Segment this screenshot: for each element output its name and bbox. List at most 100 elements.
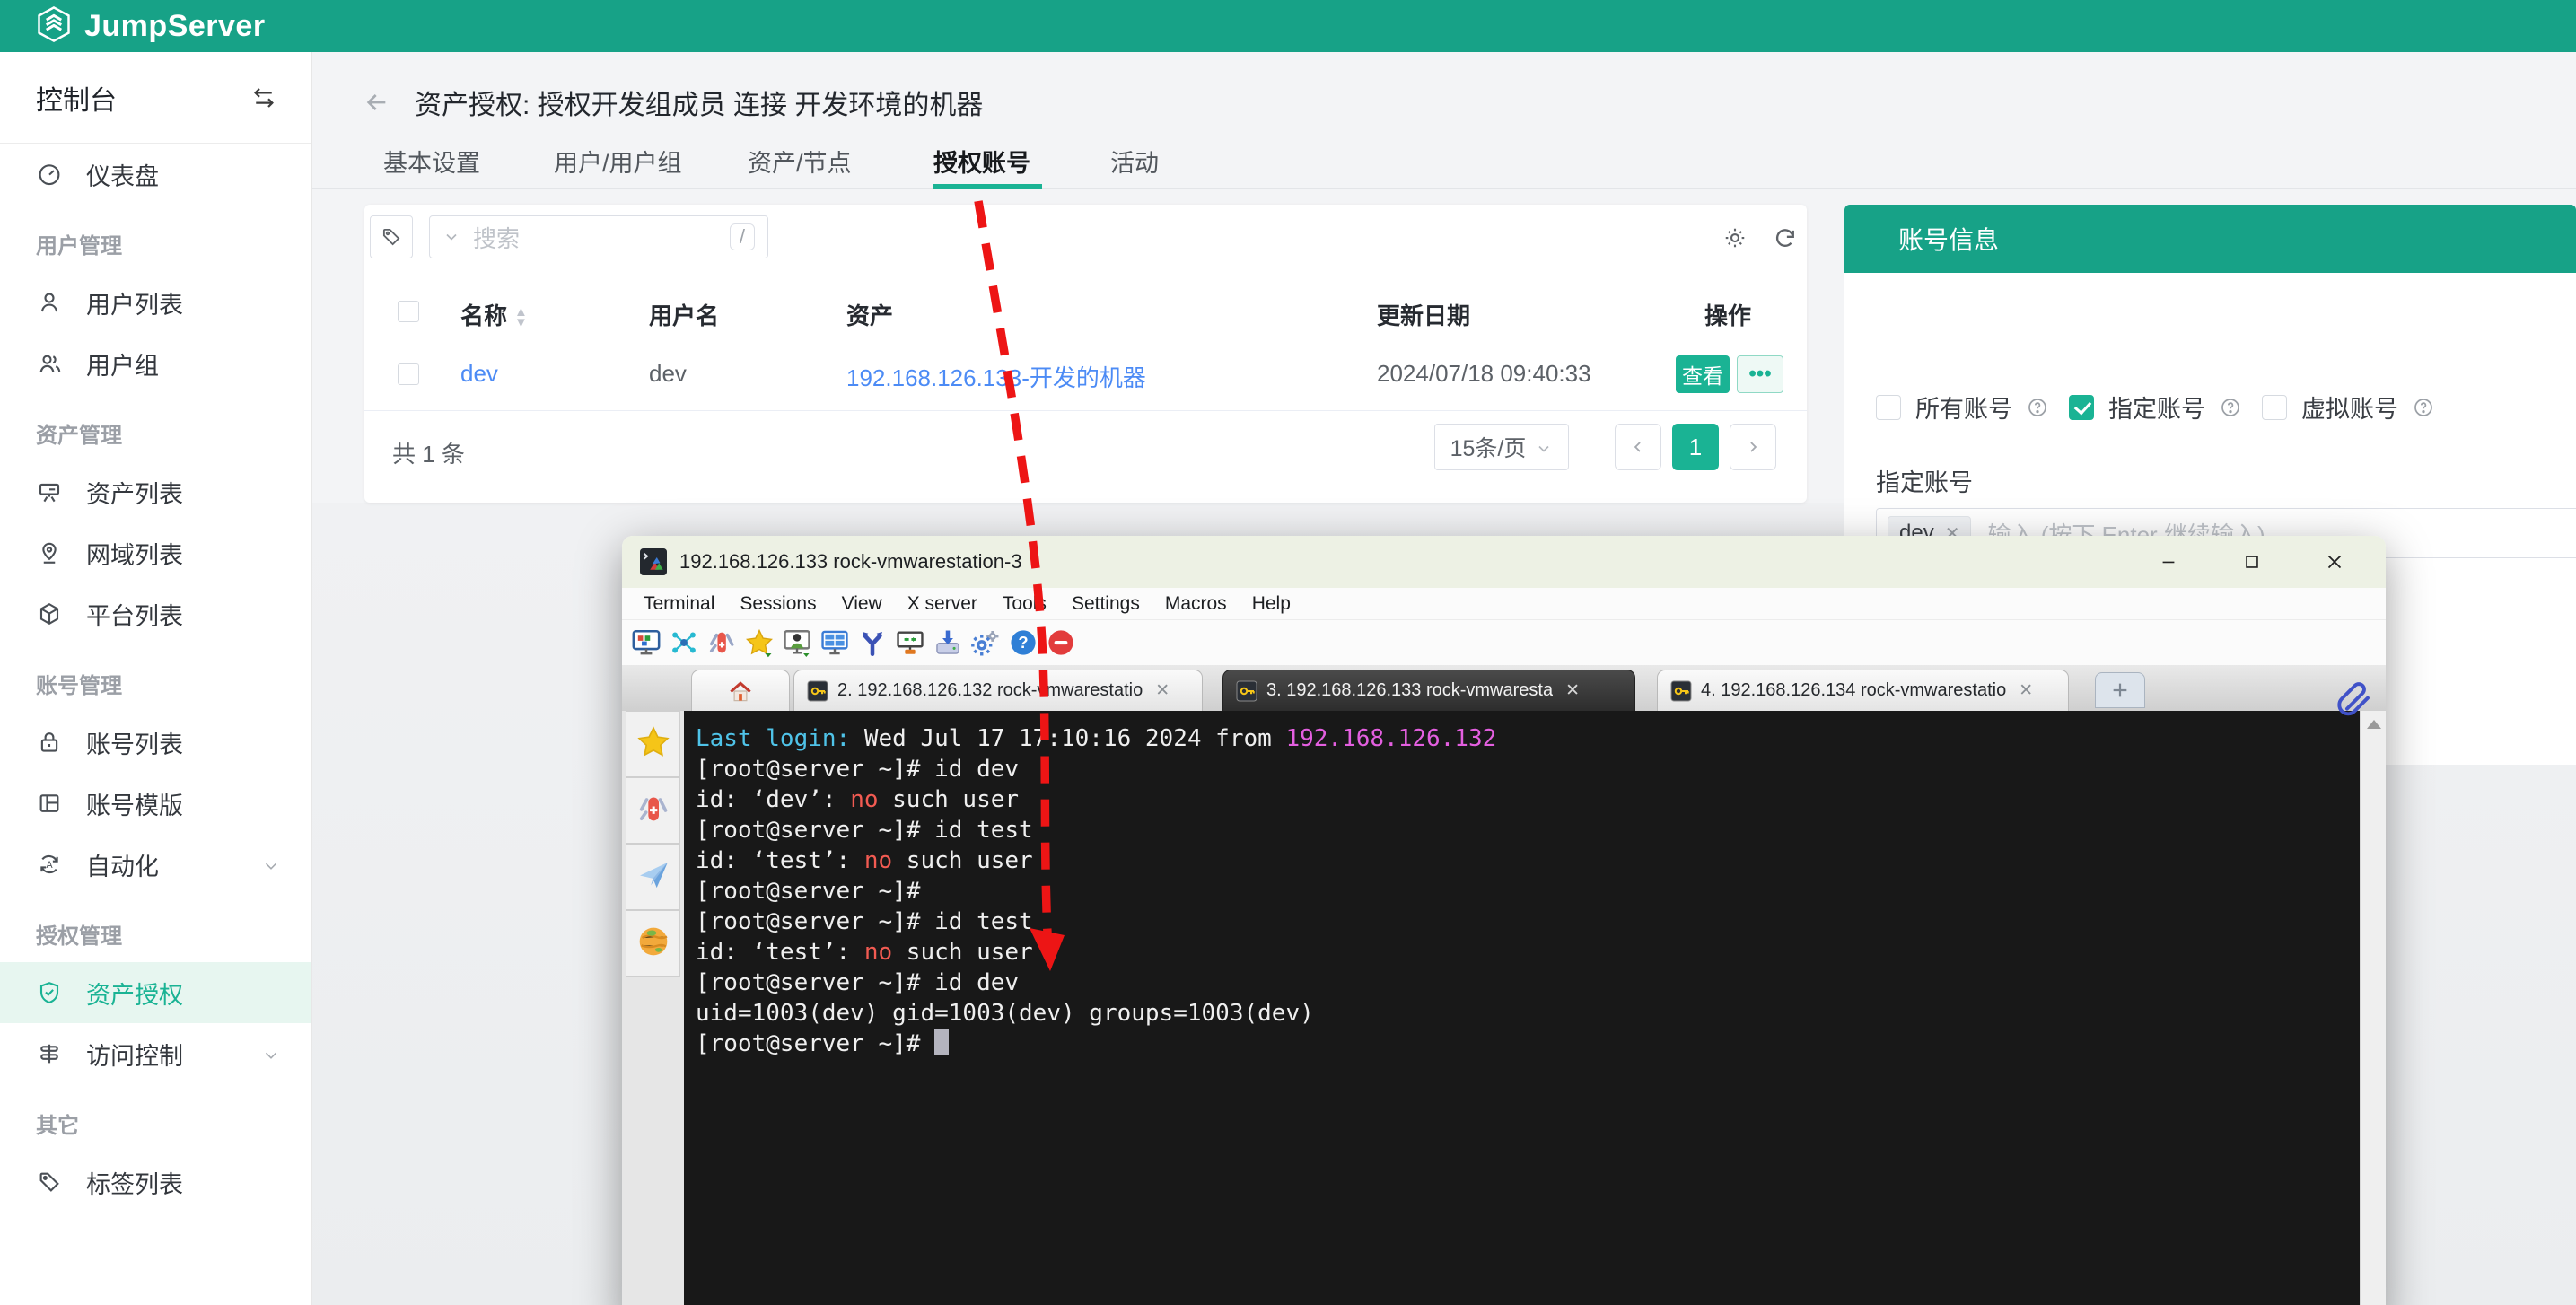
option-虚拟账号[interactable]: 虚拟账号 bbox=[2262, 390, 2434, 425]
back-arrow-icon[interactable] bbox=[363, 88, 391, 117]
tunneling-icon[interactable] bbox=[895, 627, 925, 658]
option-指定账号[interactable]: 指定账号 bbox=[2069, 390, 2241, 425]
tab-活动[interactable]: 活动 bbox=[1110, 144, 1159, 179]
sidebar-item-资产授权[interactable]: 资产授权 bbox=[0, 962, 311, 1023]
terminal-side-plane-button[interactable] bbox=[626, 844, 680, 910]
column-header-更新日期[interactable]: 更新日期 bbox=[1377, 298, 1470, 331]
packages-icon[interactable] bbox=[933, 627, 963, 658]
sidebar-item-仪表盘[interactable]: 仪表盘 bbox=[0, 144, 311, 205]
column-header-名称[interactable]: 名称▲▼ bbox=[460, 298, 528, 331]
search-input[interactable]: 搜索 / bbox=[429, 215, 768, 258]
column-header-用户名[interactable]: 用户名 bbox=[649, 298, 719, 331]
row-checkbox[interactable] bbox=[398, 363, 419, 385]
menu-View[interactable]: View bbox=[829, 593, 895, 615]
terminal-line: Last login: Wed Jul 17 17:10:16 2024 fro… bbox=[696, 723, 2360, 754]
minimize-button[interactable] bbox=[2153, 547, 2184, 576]
table-settings-gear-icon[interactable] bbox=[1722, 224, 1748, 251]
select-all-checkbox[interactable] bbox=[398, 301, 419, 322]
sidebar-item-label: 用户组 bbox=[86, 346, 159, 381]
terminal-tab-4[interactable]: 4. 192.168.126.134 rock-vmwarestatio✕ bbox=[1657, 670, 2069, 711]
home-tab[interactable] bbox=[691, 670, 790, 711]
menu-X server[interactable]: X server bbox=[895, 593, 990, 615]
sidebar-item-账号列表[interactable]: 账号列表 bbox=[0, 712, 311, 773]
tab-close-icon[interactable]: ✕ bbox=[2019, 680, 2033, 701]
sidebar-item-自动化[interactable]: A自动化 bbox=[0, 834, 311, 895]
sidebar-item-用户组[interactable]: 用户组 bbox=[0, 333, 311, 394]
exit-icon[interactable] bbox=[1046, 627, 1076, 658]
cell-name: dev bbox=[460, 360, 498, 388]
tag-filter-button[interactable] bbox=[370, 215, 413, 258]
page-1-button[interactable]: 1 bbox=[1672, 424, 1719, 470]
maximize-button[interactable] bbox=[2237, 547, 2267, 576]
terminal-side-globe-button[interactable] bbox=[626, 910, 680, 977]
view-button[interactable]: 查看 bbox=[1676, 355, 1730, 393]
column-header-资产[interactable]: 资产 bbox=[846, 298, 893, 331]
checkbox[interactable] bbox=[2069, 395, 2094, 420]
row-asset-link[interactable]: 192.168.126.133-开发的机器 bbox=[846, 364, 1146, 391]
row-name-link[interactable]: dev bbox=[460, 360, 498, 387]
column-header-操作[interactable]: 操作 bbox=[1704, 298, 1751, 331]
menu-Sessions[interactable]: Sessions bbox=[727, 593, 828, 615]
sidebar-item-资产列表[interactable]: 资产列表 bbox=[0, 461, 311, 522]
tab-用户/用户组[interactable]: 用户/用户组 bbox=[554, 144, 682, 179]
terminal-tab-label: 3. 192.168.126.133 rock-vmwaresta bbox=[1266, 680, 1553, 701]
terminal-tab-3[interactable]: 3. 192.168.126.133 rock-vmwaresta ✕ bbox=[1222, 670, 1635, 711]
terminal-text-segment: [root@server ~]# bbox=[696, 1030, 934, 1057]
split-icon[interactable] bbox=[819, 627, 850, 658]
prev-page-button[interactable] bbox=[1615, 424, 1661, 470]
terminal-text-segment: such user bbox=[879, 786, 1020, 813]
menu-Terminal[interactable]: Terminal bbox=[631, 593, 727, 615]
tab-资产/节点[interactable]: 资产/节点 bbox=[748, 144, 852, 179]
sidebar-section-label: 账号管理 bbox=[0, 644, 311, 712]
sidebar-item-标签列表[interactable]: 标签列表 bbox=[0, 1152, 311, 1213]
terminal-titlebar[interactable]: 192.168.126.133 rock-vmwarestation-3 bbox=[622, 536, 2386, 588]
table-refresh-icon[interactable] bbox=[1772, 224, 1799, 251]
scroll-up-arrow-icon[interactable] bbox=[2367, 720, 2381, 729]
tools-icon[interactable] bbox=[706, 627, 737, 658]
lock-icon bbox=[36, 729, 63, 756]
console-title[interactable]: 控制台 bbox=[36, 78, 117, 118]
multiexec-icon[interactable] bbox=[857, 627, 888, 658]
terminal-tab-2[interactable]: 2. 192.168.126.132 rock-vmwarestatio✕ bbox=[793, 670, 1203, 711]
next-page-button[interactable] bbox=[1730, 424, 1776, 470]
page-size-select[interactable]: 15条/页 bbox=[1434, 424, 1569, 470]
terminal-screen[interactable]: Last login: Wed Jul 17 17:10:16 2024 fro… bbox=[684, 711, 2360, 1305]
option-所有账号[interactable]: 所有账号 bbox=[1876, 390, 2048, 425]
sort-carets-icon[interactable]: ▲▼ bbox=[514, 307, 528, 328]
terminal-line: id: ‘test’: no such user bbox=[696, 845, 2360, 876]
brand[interactable]: JumpServer bbox=[0, 4, 266, 48]
tab-基本设置[interactable]: 基本设置 bbox=[383, 144, 480, 179]
new-tab-button[interactable] bbox=[2095, 672, 2145, 708]
menu-Settings[interactable]: Settings bbox=[1059, 593, 1152, 615]
specified-account-label: 指定账号 bbox=[1876, 463, 1973, 498]
checkbox[interactable] bbox=[1876, 395, 1901, 420]
tab-授权账号[interactable]: 授权账号 bbox=[933, 144, 1030, 179]
sidebar-item-网域列表[interactable]: 网域列表 bbox=[0, 522, 311, 583]
view-icon[interactable] bbox=[782, 627, 812, 658]
menu-Macros[interactable]: Macros bbox=[1152, 593, 1240, 615]
session-icon[interactable] bbox=[631, 627, 662, 658]
tab-close-icon[interactable]: ✕ bbox=[1565, 680, 1580, 701]
menu-Tools[interactable]: Tools bbox=[990, 593, 1059, 615]
search-chevron-icon[interactable] bbox=[442, 228, 460, 246]
settings-icon[interactable] bbox=[970, 627, 1001, 658]
tab-close-icon[interactable]: ✕ bbox=[1155, 680, 1170, 701]
mobaxterm-app-icon bbox=[640, 548, 667, 575]
switch-view-icon[interactable] bbox=[250, 84, 277, 111]
help-icon[interactable]: ? bbox=[1008, 627, 1038, 658]
sidebar-item-用户列表[interactable]: 用户列表 bbox=[0, 272, 311, 333]
paperclip-icon[interactable] bbox=[2334, 677, 2375, 718]
menu-Help[interactable]: Help bbox=[1240, 593, 1303, 615]
sidebar-item-访问控制[interactable]: 访问控制 bbox=[0, 1023, 311, 1084]
checkbox[interactable] bbox=[2262, 395, 2287, 420]
sidebar-item-账号模版[interactable]: 账号模版 bbox=[0, 773, 311, 834]
close-button[interactable] bbox=[2319, 547, 2350, 576]
servers-icon[interactable] bbox=[669, 627, 699, 658]
terminal-side-knife-button[interactable] bbox=[626, 777, 680, 844]
terminal-side-star-button[interactable] bbox=[626, 711, 680, 777]
bookmarks-icon[interactable] bbox=[744, 627, 775, 658]
sidebar-item-平台列表[interactable]: 平台列表 bbox=[0, 583, 311, 644]
terminal-scrollbar[interactable] bbox=[2360, 711, 2386, 1305]
key-icon bbox=[1670, 680, 1692, 702]
more-actions-button[interactable]: ••• bbox=[1737, 355, 1783, 393]
